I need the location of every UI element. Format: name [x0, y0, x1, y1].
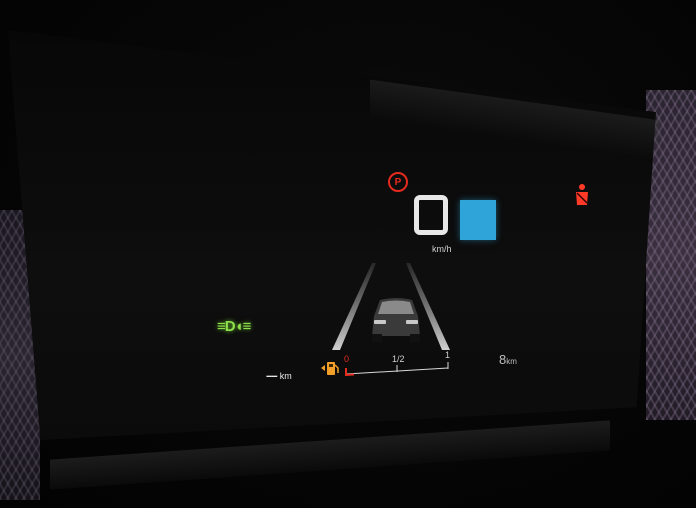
vehicle-rear-icon [372, 298, 420, 342]
speed-limit-indicator [460, 200, 496, 240]
seatbelt-warning-icon [572, 183, 592, 207]
remaining-range-value: ---- [266, 370, 278, 382]
speed-unit-label: km/h [432, 244, 452, 254]
fuel-full-label: 1 [445, 350, 451, 360]
fuel-pump-icon [321, 362, 339, 375]
parking-brake-symbol: P [394, 176, 402, 188]
parking-brake-icon: P [388, 172, 408, 192]
fuel-gauge: 0 1/2 1 [344, 350, 450, 378]
fuel-empty-label: 0 [344, 354, 350, 364]
remaining-range: ---- km [266, 370, 292, 382]
headlights-icon: ≡D◖≡ [217, 318, 251, 335]
fuel-half-label: 1/2 [392, 354, 405, 364]
remaining-range-unit: km [279, 371, 292, 381]
trip-distance-unit: km [506, 357, 517, 366]
digital-speed-readout [414, 195, 448, 235]
trip-distance: 8km [499, 352, 517, 367]
